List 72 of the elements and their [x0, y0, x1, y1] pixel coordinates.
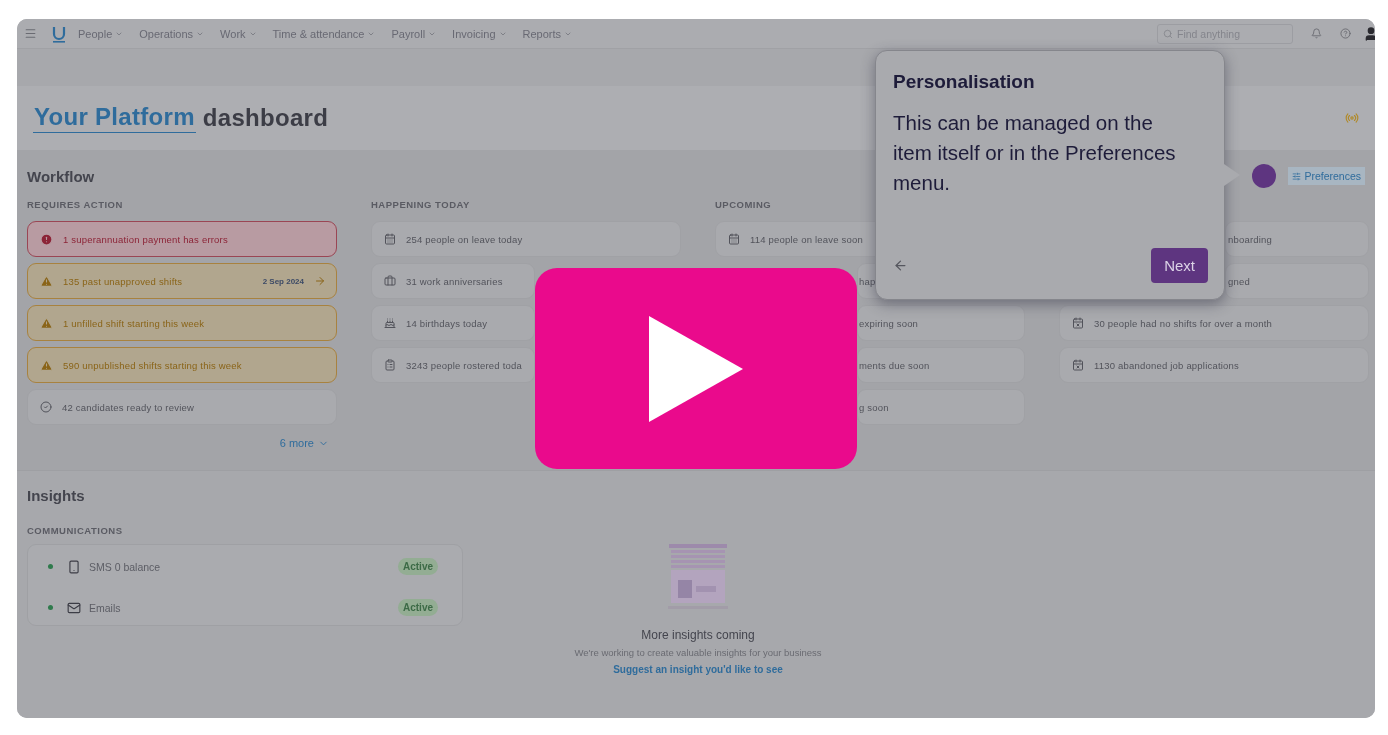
workflow-item[interactable]: nboarding — [1225, 221, 1369, 257]
next-button[interactable]: Next — [1151, 248, 1208, 283]
warning-icon — [40, 358, 53, 372]
channel-name: Emails — [89, 601, 121, 614]
popover-title: Personalisation — [893, 71, 1036, 93]
item-icon — [1072, 317, 1084, 329]
popover-text: This can be managed on the item itself or in the Preferences menu. — [893, 110, 1177, 196]
alert-icon — [40, 232, 53, 246]
nav-menu-item[interactable]: Reports — [522, 27, 573, 40]
nav-menu-item[interactable]: Work — [220, 27, 257, 40]
preferences-button[interactable]: Preferences — [1288, 167, 1365, 185]
window-blinds-drawing — [668, 544, 728, 610]
section-title: Workflow — [27, 167, 95, 185]
nav-menu-item[interactable]: Operations — [139, 27, 205, 40]
workflow-item[interactable]: 31 work anniversaries — [371, 263, 535, 299]
item-icon — [384, 359, 396, 371]
broadcast-icon[interactable] — [1345, 111, 1359, 125]
column-heading: UPCOMING — [715, 199, 773, 212]
arrow-right-icon — [314, 275, 326, 287]
item-icon — [384, 317, 396, 329]
section-title: Insights — [27, 487, 85, 504]
avatar-icon[interactable] — [1363, 25, 1375, 42]
back-icon[interactable] — [893, 258, 908, 273]
phone-icon — [67, 559, 81, 574]
channel-name: SMS 0 balance — [89, 560, 161, 573]
workflow-item[interactable]: 1 unfilled shift starting this week — [27, 305, 337, 341]
help-icon[interactable] — [1340, 28, 1351, 39]
workflow-item[interactable]: 254 people on leave today — [371, 221, 681, 257]
date-label: 2 Sep 2024 — [262, 276, 304, 286]
workflow-item[interactable]: 1 superannuation payment has errors — [27, 221, 337, 257]
nav-menu-item[interactable]: Invoicing — [452, 27, 507, 40]
more-link[interactable]: 6 more — [279, 437, 329, 449]
nav-menu-item[interactable]: Time & attendance — [272, 27, 376, 40]
workflow-item[interactable]: expiring soon — [857, 305, 1025, 341]
mail-icon — [67, 600, 81, 615]
status-badge: Active — [398, 599, 438, 616]
bell-icon[interactable] — [1311, 28, 1322, 39]
workflow-item[interactable]: gned — [1225, 263, 1369, 299]
workflow-item[interactable]: 3243 people rostered toda — [371, 347, 535, 383]
status-badge: Active — [398, 558, 438, 575]
nav-menu-item[interactable]: People — [78, 27, 124, 40]
item-icon — [384, 233, 396, 245]
workflow-item[interactable]: 14 birthdays today — [371, 305, 535, 341]
workflow-item[interactable]: 42 candidates ready to review — [27, 389, 337, 425]
empty-state-title: More insights coming — [641, 628, 755, 642]
workflow-item[interactable]: 30 people had no shifts for over a month — [1059, 305, 1369, 341]
item-icon — [728, 233, 740, 245]
search-icon — [1163, 28, 1173, 39]
workflow-item[interactable]: g soon — [857, 389, 1025, 425]
item-icon — [384, 275, 396, 287]
workflow-item[interactable]: 590 unpublished shifts starting this week — [27, 347, 337, 383]
play-icon — [649, 315, 743, 422]
column-heading: REQUIRES ACTION — [27, 199, 124, 212]
highlight-dot — [1252, 164, 1277, 188]
dashboard-title: Your Platform — [33, 103, 196, 133]
workflow-item[interactable]: ments due soon — [857, 347, 1025, 383]
menu-icon[interactable] — [24, 27, 37, 40]
status-dot — [48, 605, 53, 610]
dashboard-title: dashboard — [202, 104, 329, 132]
nav-menu-item[interactable]: Payroll — [391, 27, 437, 40]
suggest-link[interactable]: Suggest an insight you'd like to see — [613, 664, 783, 675]
play-button[interactable] — [535, 268, 857, 469]
check-circle-icon — [40, 401, 52, 413]
warning-icon — [40, 316, 53, 330]
item-icon — [1072, 359, 1084, 371]
sliders-icon — [1292, 171, 1302, 181]
subsection-heading: COMMUNICATIONS — [27, 525, 124, 536]
workflow-item[interactable]: 1130 abandoned job applications — [1059, 347, 1369, 383]
column-heading: HAPPENING TODAY — [371, 199, 471, 212]
workflow-item[interactable]: 135 past unapproved shifts 2 Sep 2024 — [27, 263, 337, 299]
status-dot — [48, 564, 53, 569]
warning-icon — [40, 274, 53, 288]
